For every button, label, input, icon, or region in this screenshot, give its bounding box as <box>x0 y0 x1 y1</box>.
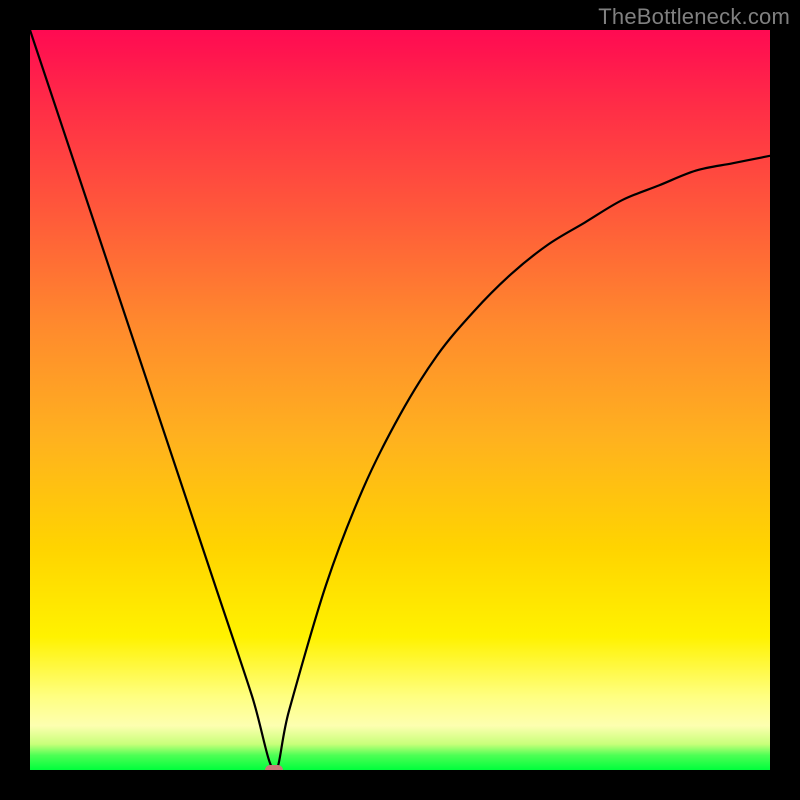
minimum-marker <box>265 765 283 770</box>
watermark-text: TheBottleneck.com <box>598 4 790 30</box>
plot-area <box>30 30 770 770</box>
chart-frame: TheBottleneck.com <box>0 0 800 800</box>
bottleneck-curve <box>30 30 770 770</box>
